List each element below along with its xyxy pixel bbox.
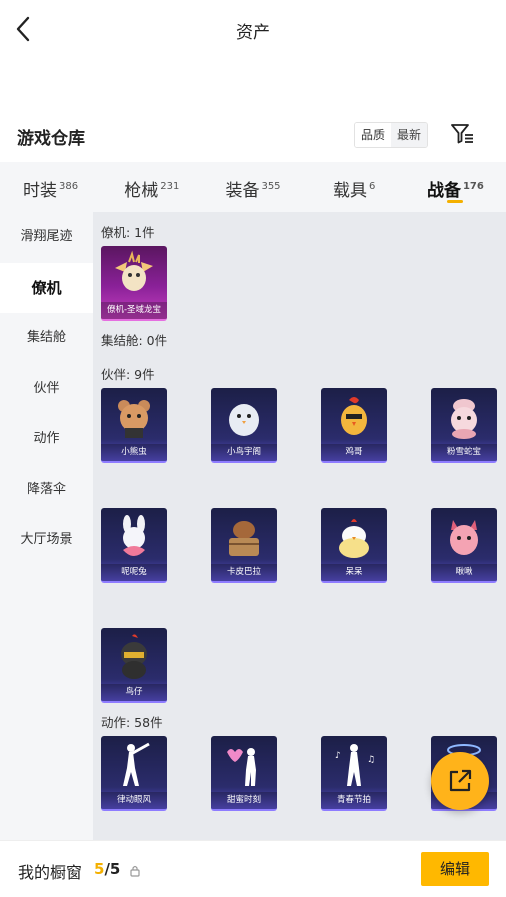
tab-battle-prep[interactable]: 战备 176 — [405, 162, 506, 212]
item-card[interactable]: 律动眼风 — [101, 736, 167, 811]
item-name: 律动眼风 — [101, 792, 167, 809]
tab-label: 战备 — [426, 181, 461, 201]
item-card[interactable]: ♪ ♫ 青春节拍 — [321, 736, 387, 811]
rabbit-icon — [123, 515, 145, 556]
section-action-label: 动作: 58件 — [101, 715, 163, 730]
tab-fashion[interactable]: 时装 386 — [0, 162, 101, 212]
dancer-icon — [123, 742, 150, 786]
sidebar-item-glide-trail[interactable]: 滑翔尾迹 — [0, 212, 93, 263]
sidebar-item-parachute[interactable]: 降落伞 — [0, 465, 93, 516]
filter-icon[interactable] — [450, 122, 476, 146]
showcase-count: 5/5 — [94, 860, 120, 878]
tab-count: 6 — [369, 181, 376, 192]
item-card[interactable]: 甜蜜时刻 — [211, 736, 277, 811]
bear-icon — [118, 400, 150, 438]
tab-guns[interactable]: 枪械 231 — [101, 162, 202, 212]
tab-label: 时装 — [23, 181, 58, 201]
pink-creature-icon — [450, 520, 478, 555]
warehouse-header: 游戏仓库 品质 最新 — [0, 118, 506, 154]
sort-toggle: 品质 最新 — [354, 122, 429, 148]
sidebar: 滑翔尾迹 僚机 集结舱 伙伴 动作 降落伞 大厅场景 — [0, 212, 93, 840]
snake-icon — [451, 399, 477, 439]
tab-equipment[interactable]: 装备 355 — [202, 162, 303, 212]
item-name: 卡皮巴拉 — [211, 564, 277, 581]
item-name: 啾啾 — [431, 564, 497, 581]
tab-vehicles[interactable]: 载具 6 — [304, 162, 405, 212]
showcase-label: 我的橱窗 — [18, 863, 83, 882]
item-name: 小熊虫 — [101, 444, 167, 461]
page-title: 资产 — [236, 23, 270, 43]
item-card[interactable]: 小鸟宇阁 — [211, 388, 277, 463]
item-name: 甜蜜时刻 — [211, 792, 277, 809]
active-tab-indicator — [447, 200, 464, 203]
category-tabs: 时装 386 枪械 231 装备 355 载具 6 战备 176 — [0, 162, 506, 212]
sidebar-item-partner[interactable]: 伙伴 — [0, 364, 93, 415]
svg-text:♫: ♫ — [367, 755, 375, 765]
sidebar-item-lobby-scene[interactable]: 大厅场景 — [0, 515, 93, 566]
sort-quality-button[interactable]: 品质 — [355, 123, 392, 147]
warehouse-title: 游戏仓库 — [17, 129, 85, 149]
music-dancer-icon: ♪ ♫ — [335, 744, 375, 786]
item-name: 呆呆 — [321, 564, 387, 581]
sort-latest-button[interactable]: 最新 — [391, 123, 428, 147]
item-name: 僚机-圣域龙宝 — [101, 302, 167, 319]
item-card[interactable]: 卡皮巴拉 — [211, 508, 277, 583]
item-card[interactable]: 呢呢兔 — [101, 508, 167, 583]
tab-label: 枪械 — [124, 181, 159, 201]
heart-dancer-icon — [227, 748, 256, 786]
external-link-icon — [449, 769, 472, 792]
capybara-icon — [229, 521, 259, 556]
item-card[interactable]: 鸟仔 — [101, 628, 167, 703]
helmet-bird-icon — [121, 634, 147, 679]
chicken-icon — [341, 397, 367, 435]
item-card[interactable]: 僚机-圣域龙宝 — [101, 246, 167, 321]
section-capsule-label: 集结舱: 0件 — [101, 333, 168, 348]
section-wingman-label: 僚机: 1件 — [101, 225, 155, 240]
item-card[interactable]: 小熊虫 — [101, 388, 167, 463]
tab-count: 355 — [261, 181, 281, 192]
lock-icon — [130, 862, 140, 881]
item-card[interactable]: 呆呆 — [321, 508, 387, 583]
item-name: 鸟仔 — [101, 684, 167, 701]
item-name: 青春节拍 — [321, 792, 387, 809]
showcase-current: 5 — [94, 860, 105, 878]
item-card[interactable]: 鸡哥 — [321, 388, 387, 463]
tab-count: 176 — [462, 181, 484, 192]
item-name: 粉雪蛇宝 — [431, 444, 497, 461]
top-bar: 资产 — [0, 0, 506, 60]
section-partner-label: 伙伴: 9件 — [101, 367, 155, 382]
showcase-total: /5 — [104, 860, 121, 878]
tab-count: 386 — [59, 181, 79, 192]
item-card[interactable]: 啾啾 — [431, 508, 497, 583]
sidebar-item-wingman[interactable]: 僚机 — [0, 262, 93, 313]
bird-icon — [229, 404, 259, 436]
item-name: 鸡哥 — [321, 444, 387, 461]
bottom-bar: 我的橱窗 5/5 编辑 — [0, 840, 506, 897]
sidebar-item-capsule[interactable]: 集结舱 — [0, 313, 93, 364]
svg-text:♪: ♪ — [335, 751, 341, 761]
tab-label: 装备 — [225, 181, 260, 201]
item-card[interactable]: 粉雪蛇宝 — [431, 388, 497, 463]
sidebar-item-action[interactable]: 动作 — [0, 414, 93, 465]
chick-icon — [339, 519, 369, 558]
content-panel: 僚机: 1件 僚机-圣域龙宝 集结舱: 0件 伙伴: 9件 小熊虫 小鸟宇阁 鸡… — [93, 212, 506, 840]
edit-button[interactable]: 编辑 — [421, 852, 489, 886]
tab-count: 231 — [160, 181, 180, 192]
item-name: 呢呢兔 — [101, 564, 167, 581]
share-button[interactable] — [431, 752, 489, 810]
item-name: 小鸟宇阁 — [211, 444, 277, 461]
tab-label: 载具 — [333, 181, 368, 201]
dragon-icon — [115, 250, 153, 291]
